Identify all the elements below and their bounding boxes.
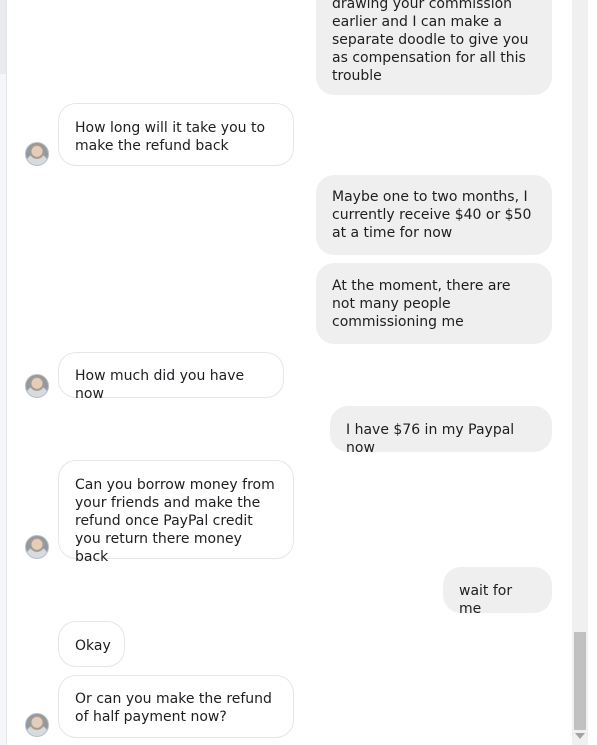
message-text: I have $76 in my Paypal now [346,422,519,456]
message-text: Maybe one to two months, I currently rec… [332,189,536,241]
message-text: How much did you have now [75,368,249,402]
scrollbar-thumb[interactable] [574,632,586,730]
left-panel-notch [0,0,6,74]
message-text: wait for me [459,583,517,617]
contact-avatar[interactable] [25,374,49,398]
message-bubble-incoming: Okay [58,621,125,667]
message-thread[interactable]: drawing your commission earlier and I ca… [7,0,572,745]
message-bubble-incoming: How much did you have now [58,352,284,402]
message-text: Okay [75,638,111,654]
contact-avatar[interactable] [25,713,49,737]
message-text: Or can you make the refund of half payme… [75,691,277,725]
message-text: At the moment, there are not many people… [332,278,515,330]
message-bubble-incoming: How long will it take you to make the re… [58,103,294,166]
left-panel-edge [0,0,7,745]
message-bubble-outgoing: At the moment, there are not many people… [316,263,552,344]
message-bubble-outgoing: drawing your commission earlier and I ca… [316,0,552,95]
contact-avatar[interactable] [25,142,49,166]
scroll-down-arrow-icon[interactable] [575,733,585,739]
vertical-scrollbar[interactable] [572,0,588,745]
message-bubble-outgoing: Maybe one to two months, I currently rec… [316,175,552,255]
message-text: Can you borrow money from your friends a… [75,477,280,565]
message-bubble-incoming: Or can you make the refund of half payme… [58,675,294,738]
message-text: drawing your commission earlier and I ca… [332,0,533,84]
message-bubble-outgoing: I have $76 in my Paypal now [330,406,552,456]
message-text: How long will it take you to make the re… [75,120,270,154]
message-bubble-outgoing: wait for me [443,567,552,617]
window-right-margin [588,0,597,745]
contact-avatar[interactable] [25,535,49,559]
message-bubble-incoming: Can you borrow money from your friends a… [58,460,294,565]
